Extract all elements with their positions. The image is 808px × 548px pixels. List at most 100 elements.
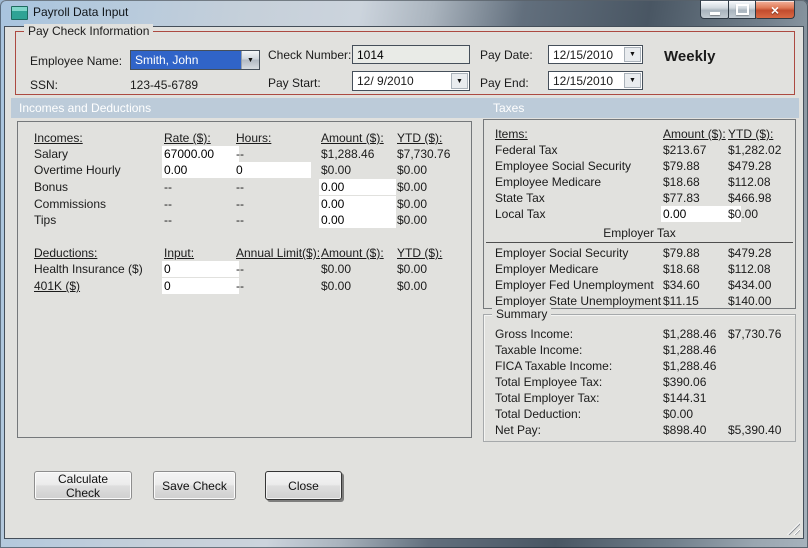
col-tax-ytd: YTD ($): [728, 127, 774, 141]
pay-date-datepicker[interactable]: 12/15/2010 ▼ [548, 45, 643, 64]
salary-rate-input[interactable] [162, 146, 239, 162]
chevron-down-icon: ▼ [629, 77, 636, 84]
minimize-icon [709, 12, 720, 15]
commissions-amount-input[interactable] [319, 196, 396, 212]
pay-end-label: Pay End: [480, 76, 529, 90]
section-header-bar: Incomes and Deductions Taxes [11, 98, 799, 118]
local-tax-row: Local Tax $0.00 [484, 206, 795, 223]
deductions-header-row: Deductions: Input: Annual Limit($): Amou… [18, 246, 471, 262]
summary-amount: $0.00 [663, 407, 694, 421]
calculate-check-button[interactable]: Calculate Check [34, 471, 132, 500]
summary-amount: $1,288.46 [663, 359, 717, 373]
overtime-ytd: $0.00 [397, 163, 428, 177]
app-icon [11, 6, 28, 20]
pay-end-dropdown-button[interactable]: ▼ [624, 73, 641, 88]
minimize-button[interactable] [700, 0, 729, 19]
incomes-section-header: Incomes and Deductions [19, 101, 152, 115]
resize-grip[interactable] [787, 522, 800, 535]
commissions-ytd: $0.00 [397, 197, 428, 211]
col-input: Input: [164, 246, 195, 260]
bonus-row: Bonus -- -- $0.00 [18, 179, 471, 196]
tax-ytd: $479.28 [728, 246, 772, 260]
pay-start-datepicker[interactable]: 12/ 9/2010 ▼ [352, 71, 470, 91]
tax-label: Federal Tax [495, 143, 558, 157]
summary-label: Taxable Income: [495, 343, 583, 357]
window-title: Payroll Data Input [33, 5, 129, 19]
overtime-row: Overtime Hourly $0.00 $0.00 [18, 162, 471, 179]
k401-ytd: $0.00 [397, 279, 428, 293]
pay-start-dropdown-button[interactable]: ▼ [451, 73, 468, 89]
tax-amount: $11.15 [663, 294, 699, 308]
health-insurance-ytd: $0.00 [397, 262, 428, 276]
health-insurance-label: Health Insurance ($) [34, 262, 143, 276]
bonus-ytd: $0.00 [397, 180, 428, 194]
k401-link[interactable]: 401K ($) [34, 279, 80, 293]
maximize-button[interactable] [729, 0, 756, 19]
overtime-rate-input[interactable] [162, 162, 239, 178]
employer-tax-divider-label: Employer Tax [603, 226, 676, 240]
taxes-panel: Items: Amount ($): YTD ($): Federal Tax … [483, 119, 796, 309]
employer-tax-divider: Employer Tax [486, 226, 793, 243]
health-insurance-input[interactable] [162, 261, 239, 277]
state-tax-row: State Tax $77.83 $466.98 [484, 191, 795, 207]
employer-fed-unemployment-row: Employer Fed Unemployment $34.60 $434.00 [484, 278, 795, 294]
col-annual-limit: Annual Limit($): [236, 246, 321, 260]
pay-date-dropdown-button[interactable]: ▼ [624, 47, 641, 62]
summary-ytd: $5,390.40 [728, 423, 782, 437]
pay-end-datepicker[interactable]: 12/15/2010 ▼ [548, 71, 643, 90]
bonus-amount-input[interactable] [319, 179, 396, 195]
summary-amount: $1,288.46 [663, 327, 717, 341]
commissions-row: Commissions -- -- $0.00 [18, 196, 471, 213]
tips-rate: -- [164, 213, 172, 227]
summary-label: Gross Income: [495, 327, 574, 341]
chevron-down-icon: ▼ [247, 56, 254, 64]
close-icon: × [770, 1, 780, 18]
chevron-down-icon: ▼ [456, 77, 463, 85]
pay-start-label: Pay Start: [268, 76, 321, 90]
ssn-value: 123-45-6789 [130, 78, 199, 92]
k401-input[interactable] [162, 278, 239, 294]
commissions-hours: -- [236, 197, 244, 211]
col-items: Items: [495, 127, 528, 141]
close-button[interactable]: Close [265, 471, 342, 500]
taxes-header-row: Items: Amount ($): YTD ($): [484, 127, 795, 143]
titlebar: Payroll Data Input × [0, 0, 808, 26]
summary-group-label: Summary [492, 307, 552, 321]
check-number-input[interactable] [352, 45, 470, 64]
employee-medicare-row: Employee Medicare $18.68 $112.08 [484, 175, 795, 191]
employee-name-label: Employee Name: [30, 54, 123, 68]
ssn-label: SSN: [30, 78, 59, 92]
k401-row: 401K ($) -- $0.00 $0.00 [18, 278, 471, 295]
overtime-hours-input[interactable] [234, 162, 311, 178]
maximize-icon [735, 4, 749, 15]
tax-amount: $79.88 [663, 246, 700, 260]
col-ytd: YTD ($): [397, 131, 443, 145]
total-employer-tax-row: Total Employer Tax: $144.31 [484, 391, 795, 407]
taxes-section-header: Taxes [493, 101, 525, 115]
tax-label: Employer Social Security [495, 246, 629, 260]
employee-name-dropdown-button[interactable]: ▼ [241, 51, 259, 69]
tax-label: Employee Medicare [495, 175, 602, 189]
tax-amount: $18.68 [663, 175, 700, 189]
bonus-hours: -- [236, 180, 244, 194]
k401-limit: -- [236, 279, 244, 293]
col-hours: Hours: [236, 131, 272, 145]
salary-row: Salary -- $1,288.46 $7,730.76 [18, 146, 471, 163]
tax-amount: $79.88 [663, 159, 700, 173]
summary-ytd: $7,730.76 [728, 327, 782, 341]
employee-name-select[interactable]: Smith, John ▼ [130, 50, 260, 70]
k401-amount: $0.00 [321, 279, 352, 293]
tax-ytd: $466.98 [728, 191, 772, 205]
pay-frequency-label: Weekly [664, 48, 716, 65]
col-amount: Amount ($): [321, 131, 384, 145]
tax-amount: $18.68 [663, 262, 700, 276]
tax-ytd: $434.00 [728, 278, 772, 292]
tax-ytd: $479.28 [728, 159, 772, 173]
summary-groupbox: Summary Gross Income: $1,288.46 $7,730.7… [483, 307, 796, 442]
close-window-button[interactable]: × [756, 0, 795, 19]
chevron-down-icon: ▼ [629, 51, 636, 58]
total-deduction-row: Total Deduction: $0.00 [484, 407, 795, 423]
tips-amount-input[interactable] [319, 212, 396, 228]
tax-amount: $77.83 [663, 191, 700, 205]
save-check-button[interactable]: Save Check [153, 471, 236, 500]
